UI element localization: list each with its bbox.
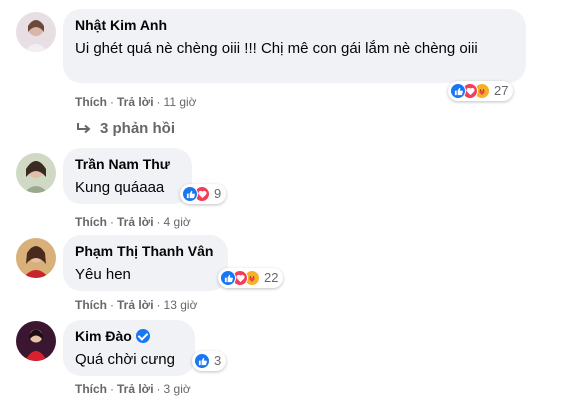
- reaction-count: 3: [214, 353, 222, 368]
- reaction-summary[interactable]: 22: [218, 268, 284, 288]
- comment-bubble: Nhật Kim Anh Ui ghét quá nè chèng oiii !…: [63, 9, 526, 83]
- reply-button[interactable]: Trả lời: [117, 95, 154, 109]
- reaction-count: 22: [264, 270, 279, 285]
- comment-timestamp[interactable]: 3 giờ: [164, 382, 191, 396]
- comment-text: Quá chời cưng: [75, 351, 175, 368]
- avatar[interactable]: [16, 321, 56, 361]
- like-button[interactable]: Thích: [75, 382, 107, 396]
- reaction-summary[interactable]: 9: [180, 184, 227, 204]
- reaction-count: 27: [494, 83, 509, 98]
- like-icon: [182, 186, 198, 202]
- like-icon: [194, 353, 210, 369]
- comment-author[interactable]: Trần Nam Thư: [75, 155, 170, 173]
- reply-button[interactable]: Trả lời: [117, 382, 154, 396]
- like-icon: [450, 83, 466, 99]
- verified-badge-icon: [135, 329, 150, 343]
- view-replies-link[interactable]: 3 phản hồi: [76, 120, 175, 137]
- avatar[interactable]: [16, 12, 56, 52]
- comment-bubble: Phạm Thị Thanh Vân Yêu hen: [63, 235, 228, 291]
- comment-text: Yêu hen: [75, 266, 131, 283]
- reaction-summary[interactable]: 3: [192, 351, 227, 371]
- comment-timestamp[interactable]: 4 giờ: [164, 215, 191, 229]
- avatar[interactable]: [16, 238, 56, 278]
- comment-actions: Thích · Trả lời · 13 giờ: [75, 298, 198, 312]
- comment-actions: Thích · Trả lời · 11 giờ: [75, 95, 197, 109]
- comment-author[interactable]: Nhật Kim Anh: [75, 16, 167, 34]
- comment-actions: Thích · Trả lời · 4 giờ: [75, 215, 191, 229]
- comment-timestamp[interactable]: 11 giờ: [164, 95, 197, 109]
- reaction-count: 9: [214, 186, 222, 201]
- comment-text: Kung quáaaa: [75, 179, 165, 196]
- like-button[interactable]: Thích: [75, 298, 107, 312]
- like-button[interactable]: Thích: [75, 215, 107, 229]
- author-name: Kim Đào: [75, 328, 132, 344]
- comment-actions: Thích · Trả lời · 3 giờ: [75, 382, 191, 396]
- comment-author[interactable]: Phạm Thị Thanh Vân: [75, 242, 213, 260]
- reply-button[interactable]: Trả lời: [117, 298, 154, 312]
- reply-button[interactable]: Trả lời: [117, 215, 154, 229]
- comment-bubble: Trần Nam Thư Kung quáaaa: [63, 148, 192, 204]
- avatar[interactable]: [16, 153, 56, 193]
- reaction-summary[interactable]: 27: [448, 81, 514, 101]
- comment-bubble: Kim Đào Quá chời cưng: [63, 320, 195, 376]
- comment-author[interactable]: Kim Đào: [75, 327, 150, 345]
- like-icon: [220, 270, 236, 286]
- comment-timestamp[interactable]: 13 giờ: [164, 298, 198, 312]
- like-button[interactable]: Thích: [75, 95, 107, 109]
- reply-arrow-icon: [76, 122, 92, 136]
- replies-label[interactable]: 3 phản hồi: [100, 120, 175, 137]
- comment-text: Ui ghét quá nè chèng oiii !!! Chị mê con…: [75, 40, 478, 57]
